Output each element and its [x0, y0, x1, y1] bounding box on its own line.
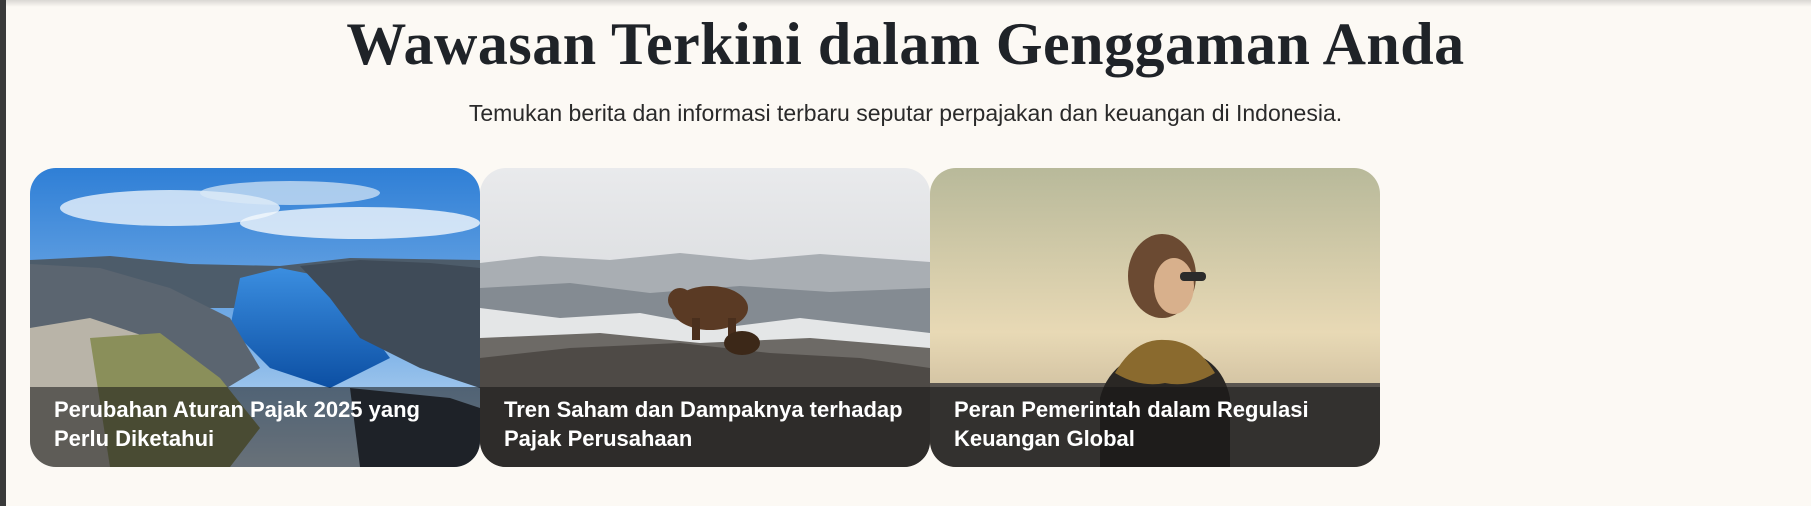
news-card-title: Perubahan Aturan Pajak 2025 yang Perlu D… [54, 397, 420, 451]
news-card[interactable]: Tren Saham dan Dampaknya terhadap Pajak … [480, 168, 930, 467]
news-card-title: Peran Pemerintah dalam Regulasi Keuangan… [954, 397, 1309, 451]
section-subtitle: Temukan berita dan informasi terbaru sep… [468, 100, 1343, 126]
section-title: Wawasan Terkini dalam Genggaman Anda [346, 11, 1465, 77]
header-shadow [6, 0, 1811, 7]
news-card[interactable]: Perubahan Aturan Pajak 2025 yang Perlu D… [30, 168, 480, 467]
news-card-title: Tren Saham dan Dampaknya terhadap Pajak … [504, 397, 903, 451]
news-card[interactable]: Peran Pemerintah dalam Regulasi Keuangan… [930, 168, 1380, 467]
news-card-list: Perubahan Aturan Pajak 2025 yang Perlu D… [30, 168, 1380, 467]
